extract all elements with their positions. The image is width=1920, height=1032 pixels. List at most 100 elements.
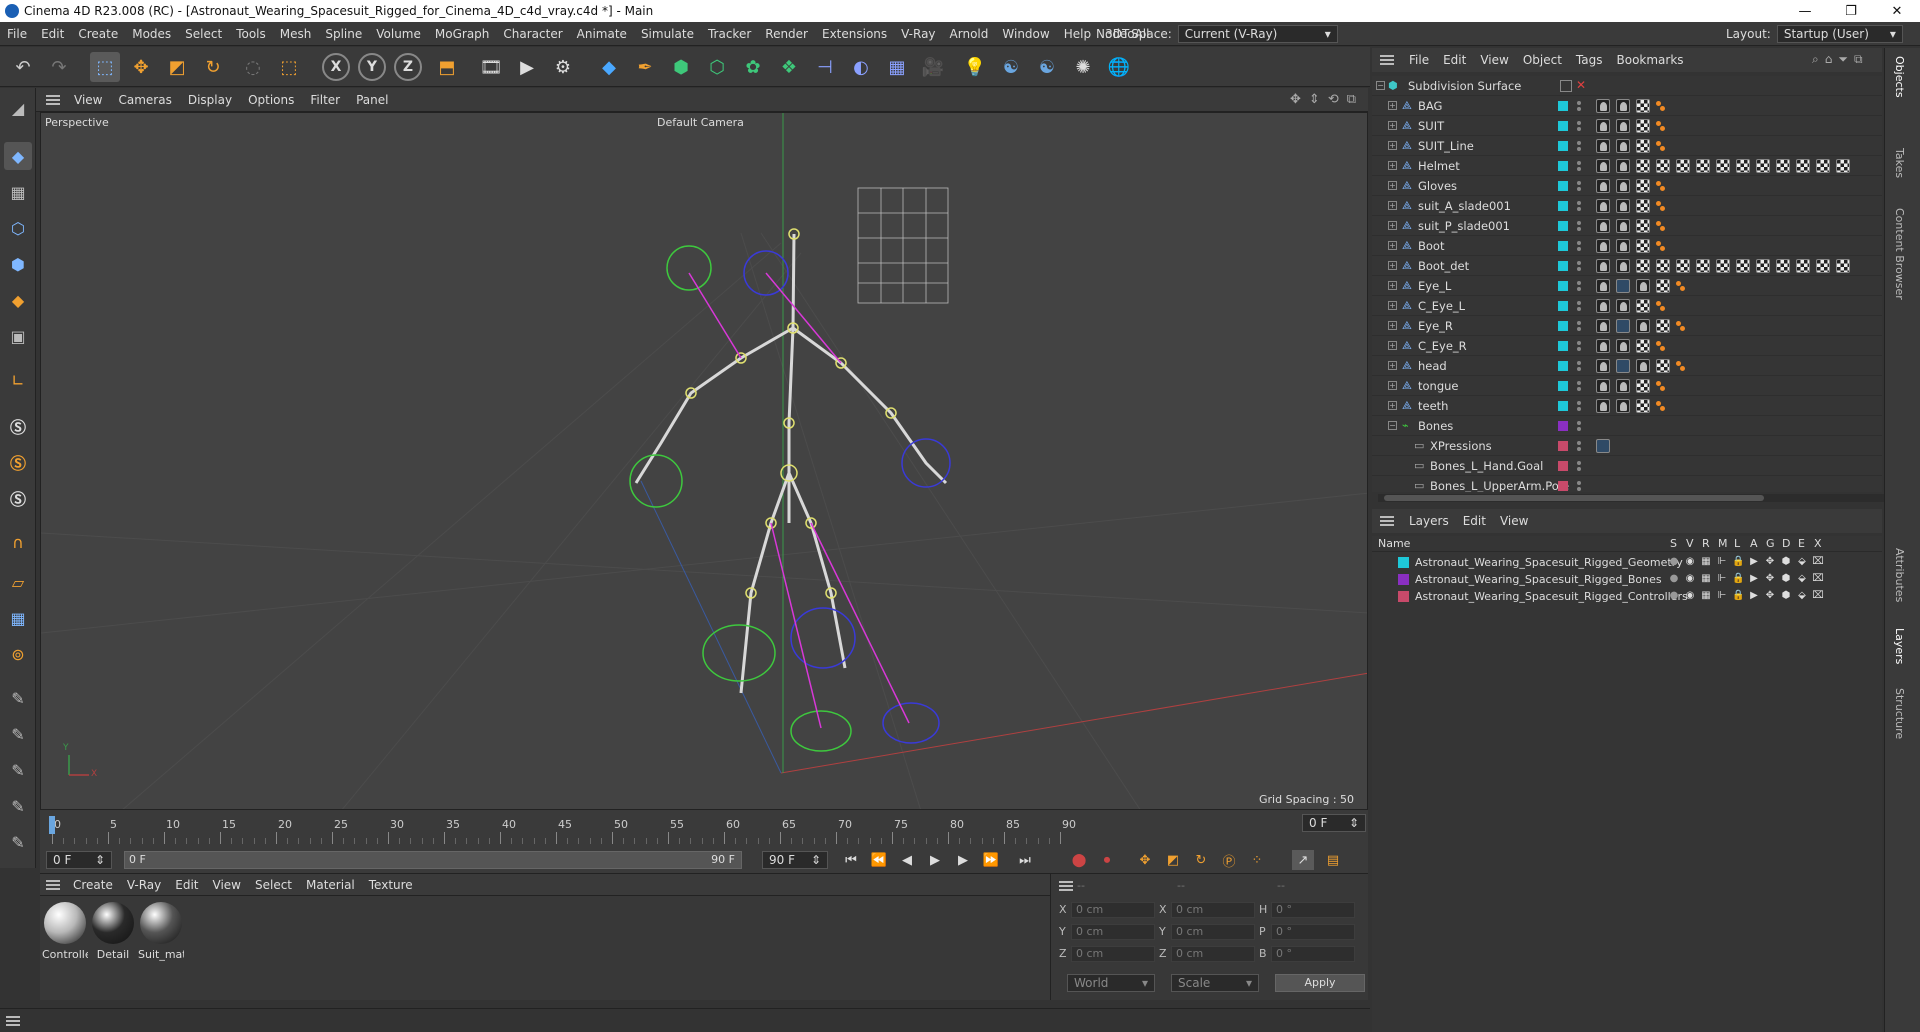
workplane-icon[interactable]: ▱: [4, 568, 32, 596]
phong-tag-icon[interactable]: [1596, 319, 1610, 333]
phong-tag-icon[interactable]: [1616, 119, 1630, 133]
object-row[interactable]: ▭ Bones_L_UpperArm.Pole: [1372, 476, 1882, 492]
solo-icon[interactable]: ●: [1668, 556, 1680, 568]
floor-icon[interactable]: ▦: [882, 52, 912, 82]
expand-icon[interactable]: +: [1388, 381, 1397, 390]
object-row[interactable]: + ⟁ C_Eye_R: [1372, 336, 1882, 356]
snap-settings-icon[interactable]: Ⓢ: [4, 448, 32, 476]
layer-row[interactable]: Astronaut_Wearing_Spacesuit_Rigged_Contr…: [1372, 588, 1882, 605]
coord-value-field[interactable]: 0 cm: [1171, 946, 1255, 962]
render-icon[interactable]: ▦: [1700, 573, 1712, 585]
menu-character[interactable]: Character: [496, 27, 569, 41]
vray-settings-icon[interactable]: ✺: [1068, 52, 1098, 82]
coord-mode-dropdown[interactable]: Scale ▾: [1171, 974, 1259, 992]
snap-icon[interactable]: Ⓢ: [4, 412, 32, 440]
layer-color-swatch[interactable]: [1558, 281, 1568, 291]
visibility-dots-icon[interactable]: [1576, 459, 1582, 473]
expand-icon[interactable]: +: [1388, 281, 1397, 290]
material-tag-icon[interactable]: [1816, 259, 1830, 273]
viewport-perspective[interactable]: Perspective Default Camera Grid Spacing …: [40, 112, 1368, 810]
material-tag-icon[interactable]: [1676, 259, 1690, 273]
end-frame-field[interactable]: 90 F ⇕: [762, 851, 828, 869]
next-frame-icon[interactable]: ▶: [952, 850, 974, 870]
render-settings-icon[interactable]: ⚙: [548, 52, 578, 82]
panel-menu-icon[interactable]: [6, 1016, 20, 1026]
visibility-dots-icon[interactable]: [1576, 419, 1582, 433]
manager-icon[interactable]: ⊩: [1716, 590, 1728, 602]
expand-icon[interactable]: +: [1388, 301, 1397, 310]
vray-tag-icon[interactable]: [1676, 361, 1686, 371]
search-icon[interactable]: ⌕: [1812, 52, 1819, 67]
material-tag-icon[interactable]: [1836, 159, 1850, 173]
phong-tag-icon[interactable]: [1616, 339, 1630, 353]
expand-icon[interactable]: +: [1388, 121, 1397, 130]
layer-color-swatch[interactable]: [1398, 557, 1409, 568]
phong-tag-icon[interactable]: [1616, 159, 1630, 173]
vray-tag-icon[interactable]: [1656, 401, 1666, 411]
key-pla-icon[interactable]: ⁘: [1246, 850, 1268, 870]
vray-tag-icon[interactable]: [1676, 321, 1686, 331]
material-tag-icon[interactable]: [1636, 379, 1650, 393]
material-tag-icon[interactable]: [1636, 399, 1650, 413]
side-tab-objects[interactable]: Objects: [1893, 56, 1906, 98]
z-axis-lock-icon[interactable]: Z: [394, 53, 422, 81]
coord-value-field[interactable]: 0 °: [1271, 902, 1355, 918]
expand-icon[interactable]: −: [1388, 421, 1397, 430]
vray-tag-icon[interactable]: [1656, 221, 1666, 231]
axis-mode-icon[interactable]: ∟: [4, 366, 32, 394]
xref-icon[interactable]: ⌧: [1812, 573, 1824, 585]
phong-tag-icon[interactable]: [1596, 399, 1610, 413]
auto-key-icon[interactable]: ⏺: [1096, 850, 1118, 870]
layer-color-swatch[interactable]: [1398, 574, 1409, 585]
phong-tag-icon[interactable]: [1636, 359, 1650, 373]
layer-color-swatch[interactable]: [1558, 321, 1568, 331]
phong-tag-icon[interactable]: [1596, 239, 1610, 253]
panel-menu-icon[interactable]: [46, 94, 60, 105]
material-tag-icon[interactable]: [1636, 339, 1650, 353]
coord-value-field[interactable]: 0 cm: [1071, 946, 1155, 962]
zoom-icon[interactable]: ⇕: [1309, 92, 1320, 107]
material-menu-vray[interactable]: V-Ray: [120, 878, 168, 892]
phong-tag-icon[interactable]: [1616, 399, 1630, 413]
panel-menu-icon[interactable]: [1380, 55, 1394, 65]
phong-tag-icon[interactable]: [1616, 139, 1630, 153]
material-ball[interactable]: [140, 902, 182, 944]
object-row[interactable]: + ⟁ Helmet: [1372, 156, 1882, 176]
python-icon[interactable]: ☯: [996, 52, 1026, 82]
visibility-dots-icon[interactable]: [1576, 259, 1582, 273]
expressions-icon[interactable]: ⬙: [1796, 556, 1808, 568]
phong-tag-icon[interactable]: [1596, 119, 1610, 133]
model-mode-icon[interactable]: ◆: [4, 142, 32, 170]
layout-dropdown[interactable]: Startup (User) ▾: [1776, 25, 1903, 43]
layer-color-swatch[interactable]: [1558, 221, 1568, 231]
object-row[interactable]: ▭ XPressions: [1372, 436, 1882, 456]
menu-render[interactable]: Render: [758, 27, 815, 41]
material-tag-icon[interactable]: [1796, 159, 1810, 173]
material-tag-icon[interactable]: [1636, 179, 1650, 193]
vray-tag-icon[interactable]: [1656, 121, 1666, 131]
deformers-icon[interactable]: ⬢: [1780, 590, 1792, 602]
object-row-root[interactable]: − ⬢ Subdivision Surface ✕: [1372, 76, 1882, 96]
viewport-menu-display[interactable]: Display: [180, 93, 240, 107]
vray-tag-icon[interactable]: [1676, 281, 1686, 291]
side-tab-content-browser[interactable]: Content Browser: [1893, 208, 1906, 300]
side-tab-takes[interactable]: Takes: [1893, 148, 1906, 178]
menu-window[interactable]: Window: [995, 27, 1056, 41]
material-tag-icon[interactable]: [1776, 259, 1790, 273]
camera-icon[interactable]: 🎥: [918, 52, 948, 82]
object-row[interactable]: − ⌁ Bones: [1372, 416, 1882, 436]
material-tag-icon[interactable]: [1716, 159, 1730, 173]
material-tag-icon[interactable]: [1636, 219, 1650, 233]
brush-icon[interactable]: ✎: [4, 684, 32, 712]
locked-workplane-icon[interactable]: ⊚: [4, 640, 32, 668]
menu-simulate[interactable]: Simulate: [634, 27, 701, 41]
layer-row[interactable]: Astronaut_Wearing_Spacesuit_Rigged_Bones…: [1372, 571, 1882, 588]
side-tab-attributes[interactable]: Attributes: [1893, 548, 1906, 602]
layer-color-swatch[interactable]: [1558, 301, 1568, 311]
visibility-dots-icon[interactable]: [1576, 299, 1582, 313]
layer-color-swatch[interactable]: [1558, 201, 1568, 211]
visibility-dots-icon[interactable]: [1576, 359, 1582, 373]
coord-value-field[interactable]: 0 cm: [1071, 924, 1155, 940]
object-row[interactable]: + ⟁ teeth: [1372, 396, 1882, 416]
layer-color-swatch[interactable]: [1558, 121, 1568, 131]
